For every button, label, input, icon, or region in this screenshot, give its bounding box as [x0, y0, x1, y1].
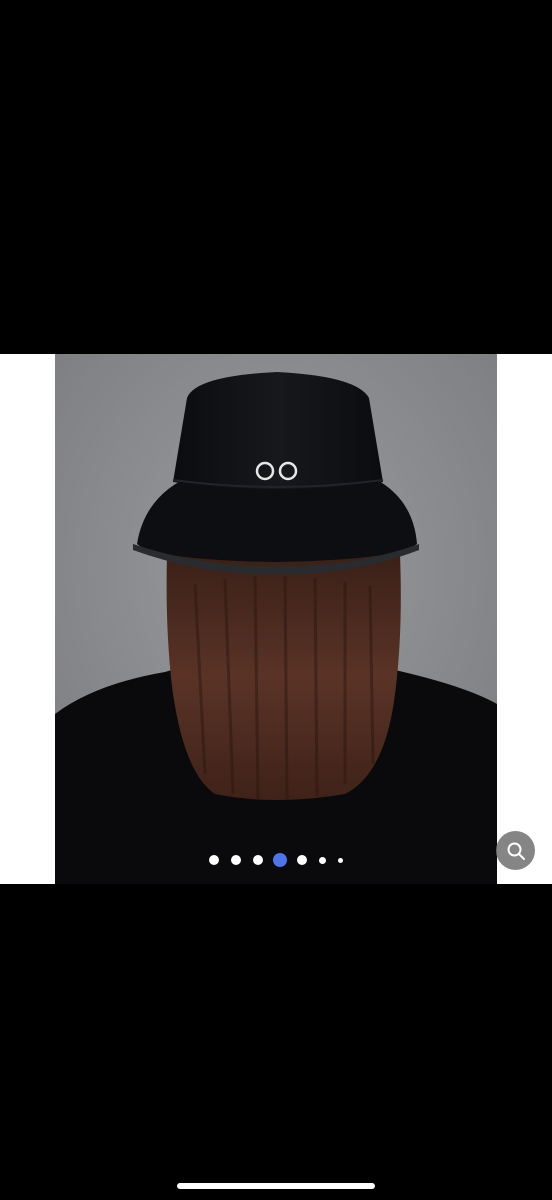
- home-indicator: [177, 1183, 375, 1189]
- carousel-dot-7[interactable]: [338, 858, 343, 863]
- carousel-dot-3[interactable]: [253, 855, 263, 865]
- product-image-gallery[interactable]: [0, 354, 552, 884]
- search-icon: [507, 842, 525, 860]
- zoom-button[interactable]: [496, 831, 535, 870]
- product-photo[interactable]: [55, 354, 497, 884]
- carousel-dot-4-active[interactable]: [273, 853, 287, 867]
- carousel-dot-6[interactable]: [319, 857, 326, 864]
- carousel-dot-2[interactable]: [231, 855, 241, 865]
- carousel-dot-1[interactable]: [209, 855, 219, 865]
- carousel-dot-5[interactable]: [297, 855, 307, 865]
- screen: [0, 0, 552, 1200]
- bucket-hat-photo: [55, 354, 497, 884]
